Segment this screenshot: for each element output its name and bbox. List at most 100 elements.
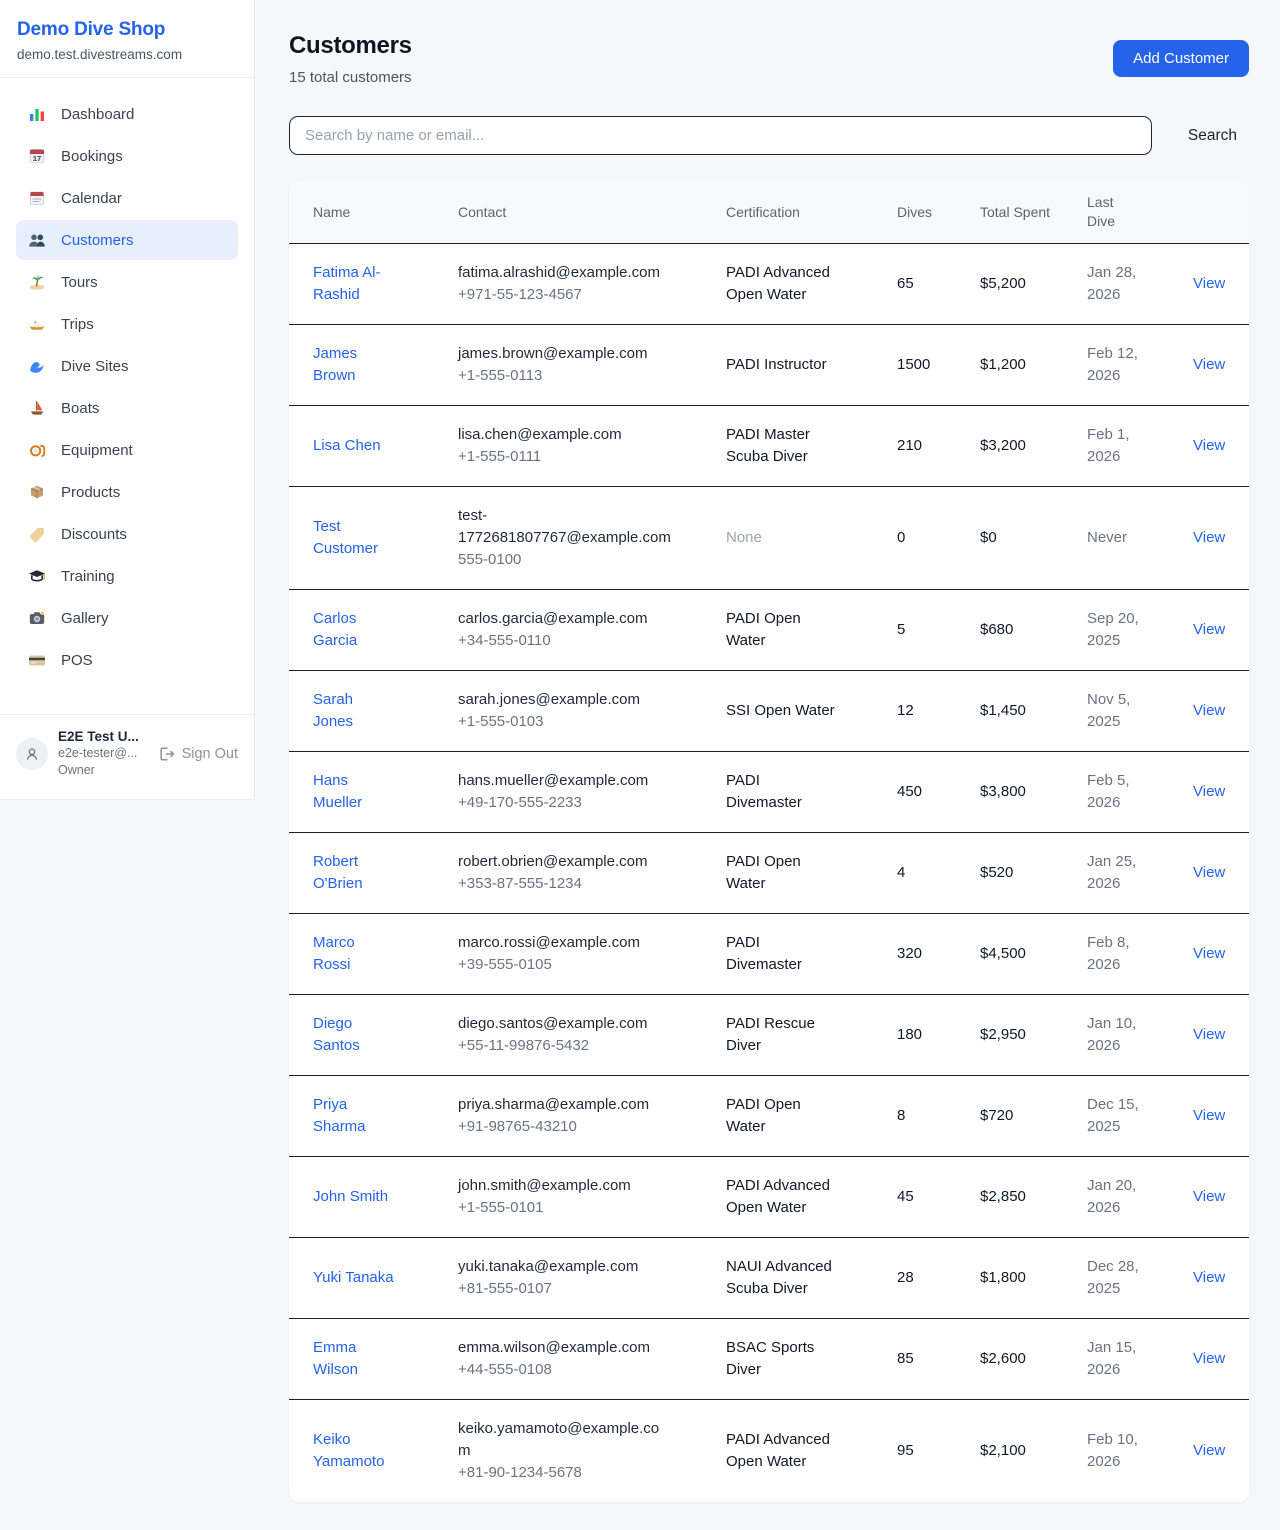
customer-name-link[interactable]: Priya Sharma [313,1096,366,1135]
sidebar-item-customers[interactable]: Customers [16,220,238,260]
customers-table-card: NameContactCertificationDivesTotal Spent… [289,181,1249,1502]
last-dive-date: Dec 28, 2025 [1087,1258,1139,1297]
sidebar-item-training[interactable]: Training [16,556,238,596]
customer-email: sarah.jones@example.com [458,689,671,711]
view-link[interactable]: View [1193,1107,1225,1124]
shop-domain: demo.test.divestreams.com [17,47,237,62]
total-spent: $720 [980,1107,1013,1124]
customer-rows: Fatima Al-Rashidfatima.alrashid@example.… [289,244,1249,1503]
table-row: Sarah Jones sarah.jones@example.com+1-555… [289,671,1249,752]
view-link[interactable]: View [1193,945,1225,962]
sidebar-item-label: POS [61,652,93,669]
view-link[interactable]: View [1193,1188,1225,1205]
table-row: Hans Muellerhans.mueller@example.com+49-… [289,752,1249,833]
sidebar-item-tours[interactable]: Tours [16,262,238,302]
total-spent: $2,600 [980,1350,1026,1367]
view-link[interactable]: View [1193,702,1225,719]
sidebar-item-discounts[interactable]: Discounts [16,514,238,554]
customer-name-link[interactable]: Emma Wilson [313,1339,358,1378]
dives-count: 28 [897,1269,914,1286]
view-link[interactable]: View [1193,864,1225,881]
view-link[interactable]: View [1193,529,1225,546]
last-dive-date: Jan 15, 2026 [1087,1339,1136,1378]
customer-name-link[interactable]: Diego Santos [313,1015,360,1054]
last-dive-date: Jan 10, 2026 [1087,1015,1136,1054]
search-button[interactable]: Search [1176,127,1249,145]
view-link[interactable]: View [1193,783,1225,800]
customer-name-link[interactable]: Carlos Garcia [313,610,357,649]
total-spent: $520 [980,864,1013,881]
customer-name-link[interactable]: Robert O'Brien [313,853,363,892]
sidebar-item-label: Equipment [61,442,133,459]
customer-name-link[interactable]: Lisa Chen [313,437,381,454]
customer-name-link[interactable]: James Brown [313,345,357,384]
customer-phone: +81-555-0107 [458,1278,671,1300]
customer-name-link[interactable]: Keiko Yamamoto [313,1431,384,1470]
column-header: Name [289,181,448,244]
user-email: e2e-tester@... [58,745,139,762]
customer-phone: +91-98765-43210 [458,1116,671,1138]
sidebar-item-label: Tours [61,274,98,291]
sign-out-button[interactable]: Sign Out [157,745,238,763]
sidebar: Demo Dive Shop demo.test.divestreams.com… [0,0,255,800]
sidebar-item-pos[interactable]: POS [16,640,238,680]
customer-phone: +81-90-1234-5678 [458,1462,671,1484]
sidebar-item-gallery[interactable]: Gallery [16,598,238,638]
view-link[interactable]: View [1193,356,1225,373]
total-spent: $2,950 [980,1026,1026,1043]
sidebar-item-boats[interactable]: Boats [16,388,238,428]
total-spent: $0 [980,529,997,546]
customer-email: john.smith@example.com [458,1175,671,1197]
customer-phone: +1-555-0101 [458,1197,671,1219]
customer-phone: +44-555-0108 [458,1359,671,1381]
view-link[interactable]: View [1193,621,1225,638]
sidebar-item-bookings[interactable]: 17Bookings [16,136,238,176]
column-header: Total Spent [970,181,1077,244]
table-row: Keiko Yamamotokeiko.yamamoto@example.com… [289,1400,1249,1503]
view-link[interactable]: View [1193,1269,1225,1286]
last-dive-date: Sep 20, 2025 [1087,610,1139,649]
dives-count: 4 [897,864,905,881]
view-link[interactable]: View [1193,1026,1225,1043]
sidebar-item-calendar[interactable]: Calendar [16,178,238,218]
certification-value: PADI Master Scuba Diver [726,426,810,465]
customer-name-link[interactable]: Hans Mueller [313,772,362,811]
customer-email: priya.sharma@example.com [458,1094,671,1116]
main-content: Customers 15 total customers Add Custome… [255,0,1280,1530]
customer-phone: +39-555-0105 [458,954,671,976]
last-dive-date: Feb 10, 2026 [1087,1431,1138,1470]
customer-name-link[interactable]: Marco Rossi [313,934,355,973]
search-input[interactable] [289,116,1152,155]
customer-email: yuki.tanaka@example.com [458,1256,671,1278]
customer-phone: +1-555-0103 [458,711,671,733]
view-link[interactable]: View [1193,1442,1225,1459]
table-row: Marco Rossimarco.rossi@example.com+39-55… [289,914,1249,995]
customer-name-link[interactable]: Sarah Jones [313,691,353,730]
sidebar-item-label: Dashboard [61,106,134,123]
avatar [16,738,48,770]
total-spent: $1,200 [980,356,1026,373]
table-row: Emma Wilsonemma.wilson@example.com+44-55… [289,1319,1249,1400]
customer-name-link[interactable]: Yuki Tanaka [313,1269,394,1286]
add-customer-button[interactable]: Add Customer [1113,40,1249,77]
table-row: Robert O'Brienrobert.obrien@example.com+… [289,833,1249,914]
total-spent: $1,450 [980,702,1026,719]
customer-name-link[interactable]: Fatima Al-Rashid [313,264,381,303]
sidebar-item-dive-sites[interactable]: Dive Sites [16,346,238,386]
certification-value: PADI Rescue Diver [726,1015,815,1054]
last-dive-date: Never [1087,529,1127,546]
page-title: Customers [289,32,412,60]
customer-name-link[interactable]: John Smith [313,1188,388,1205]
customer-phone: +49-170-555-2233 [458,792,671,814]
view-link[interactable]: View [1193,437,1225,454]
view-link[interactable]: View [1193,275,1225,292]
customer-name-link[interactable]: Test Customer [313,518,378,557]
certification-value: PADI Advanced Open Water [726,264,830,303]
sidebar-item-equipment[interactable]: Equipment [16,430,238,470]
view-link[interactable]: View [1193,1350,1225,1367]
sidebar-item-trips[interactable]: Trips [16,304,238,344]
certification-value: PADI Divemaster [726,772,802,811]
total-spent: $4,500 [980,945,1026,962]
sidebar-item-products[interactable]: Products [16,472,238,512]
sidebar-item-dashboard[interactable]: Dashboard [16,94,238,134]
